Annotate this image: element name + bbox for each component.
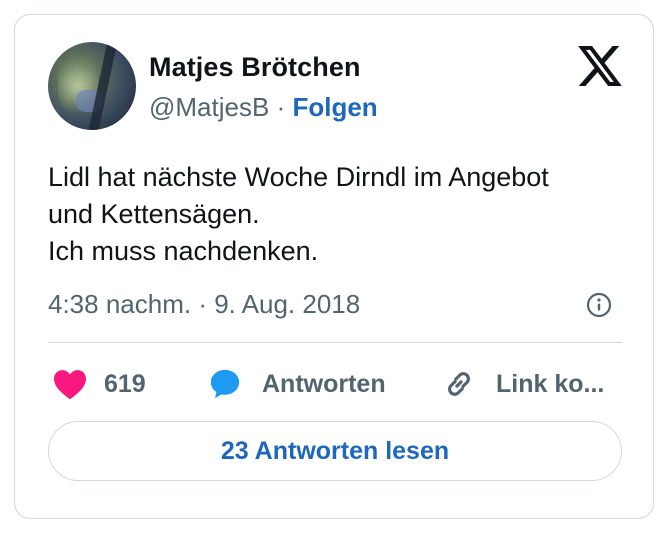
follow-link[interactable]: Folgen [292,92,377,122]
tweet-text-line: Ich muss nachdenken. [48,236,319,266]
link-icon [448,372,470,396]
avatar[interactable] [48,42,136,130]
author-handle[interactable]: @MatjesB [149,92,269,122]
copy-link-button[interactable]: Link ko... [442,366,604,402]
reply-label: Antworten [262,369,386,398]
tweet-text-line: und Kettensägen. [48,199,260,229]
tweet-timestamp[interactable]: 4:38 nachm. · 9. Aug. 2018 [48,289,360,320]
info-icon[interactable] [586,292,612,318]
author-name[interactable]: Matjes Brötchen [149,52,361,83]
author-handle-line: @MatjesB · Folgen [149,92,378,123]
tweet-text-line: Lidl hat nächste Woche Dirndl im Angebot [48,162,549,192]
handle-separator: · [276,92,286,122]
x-logo-icon[interactable] [578,46,622,86]
like-button[interactable]: 619 [52,366,146,402]
like-count: 619 [104,369,146,398]
speech-bubble-icon [210,369,240,399]
divider [48,342,622,343]
read-replies-button[interactable]: 23 Antworten lesen [48,421,622,481]
tweet-text: Lidl hat nächste Woche Dirndl im Angebot… [48,159,628,270]
copy-link-label: Link ko... [496,369,605,398]
reply-button[interactable]: Antworten [208,366,386,402]
heart-icon [54,370,86,400]
